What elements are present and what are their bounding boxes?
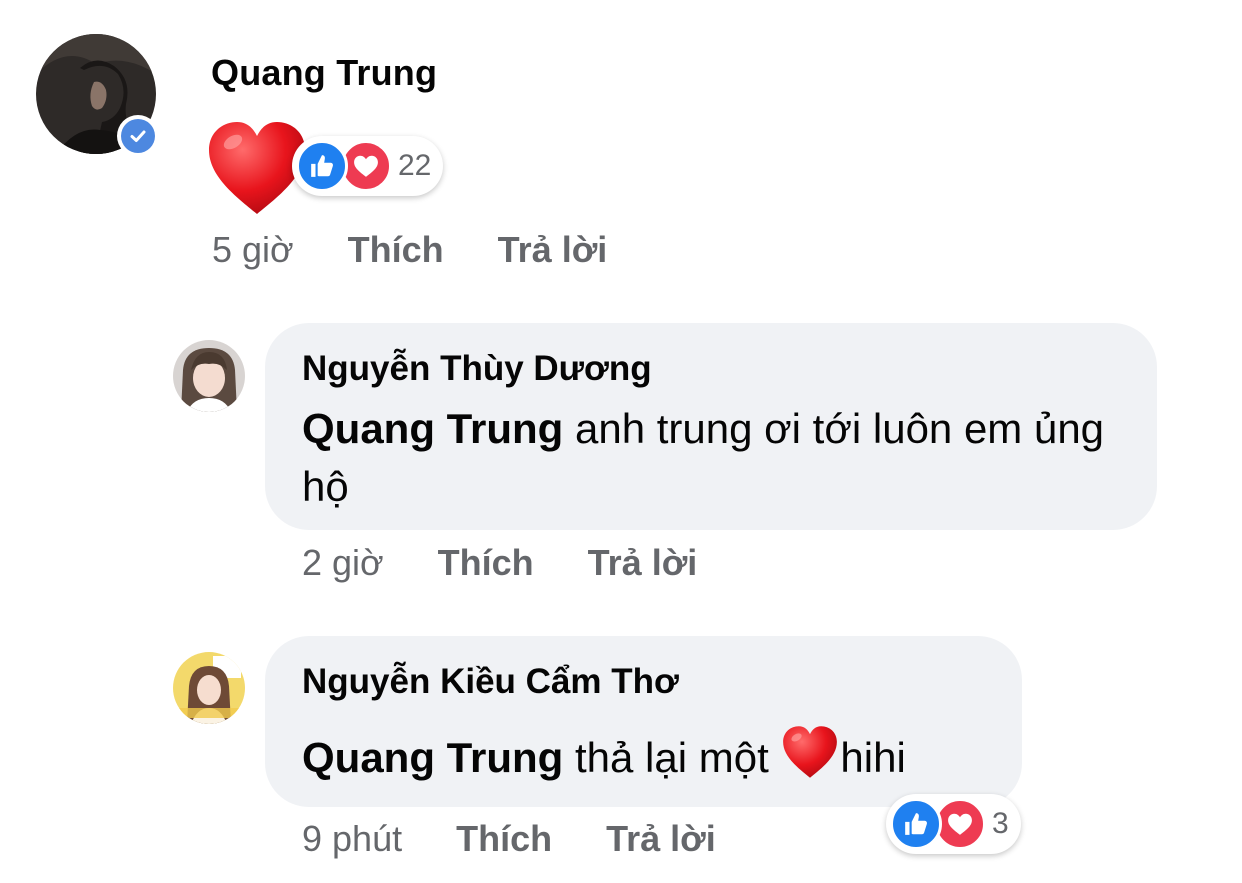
verified-badge-icon	[117, 115, 159, 157]
like-button[interactable]: Thích	[438, 542, 534, 584]
mention-link[interactable]: Quang Trung	[302, 405, 563, 452]
reply-button[interactable]: Trả lời	[606, 818, 716, 860]
comment-timestamp[interactable]: 5 giờ	[212, 229, 294, 271]
like-icon	[296, 140, 348, 192]
reply-author[interactable]: Nguyễn Kiều Cẩm Thơ	[302, 662, 679, 702]
like-button[interactable]: Thích	[456, 818, 552, 860]
reaction-summary[interactable]: 3	[886, 794, 1021, 854]
comment-actions: 5 giờ Thích Trả lời	[212, 229, 607, 271]
reaction-count: 22	[398, 149, 432, 182]
avatar-nguyen-thuy-duong[interactable]	[173, 340, 245, 412]
reply-bubble: Nguyễn Thùy Dương Quang Trung anh trung …	[265, 323, 1157, 530]
reply-timestamp[interactable]: 9 phút	[302, 818, 402, 860]
reply-bubble: Nguyễn Kiều Cẩm Thơ Quang Trung thả lại …	[265, 636, 1022, 807]
reply-text: Quang Trung thả lại một hihi	[302, 724, 906, 787]
heart-emoji-icon	[780, 724, 840, 780]
reply-message-suffix: hihi	[840, 734, 906, 781]
like-icon	[890, 798, 942, 850]
avatar-nguyen-kieu-cam-tho[interactable]	[173, 652, 245, 724]
mention-link[interactable]: Quang Trung	[302, 734, 563, 781]
reaction-summary[interactable]: 22	[292, 136, 444, 196]
reply-actions: 9 phút Thích Trả lời	[302, 818, 716, 860]
reply-text: Quang Trung anh trung ơi tới luôn em ủng…	[302, 400, 1142, 516]
like-button[interactable]: Thích	[348, 229, 444, 271]
comment-author[interactable]: Quang Trung	[211, 52, 437, 94]
reply-author[interactable]: Nguyễn Thùy Dương	[302, 349, 652, 389]
reaction-count: 3	[992, 807, 1009, 840]
reply-message: thả lại một	[563, 734, 781, 781]
reply-actions: 2 giờ Thích Trả lời	[302, 542, 697, 584]
reply-timestamp[interactable]: 2 giờ	[302, 542, 384, 584]
reply-button[interactable]: Trả lời	[498, 229, 608, 271]
reply-button[interactable]: Trả lời	[588, 542, 698, 584]
